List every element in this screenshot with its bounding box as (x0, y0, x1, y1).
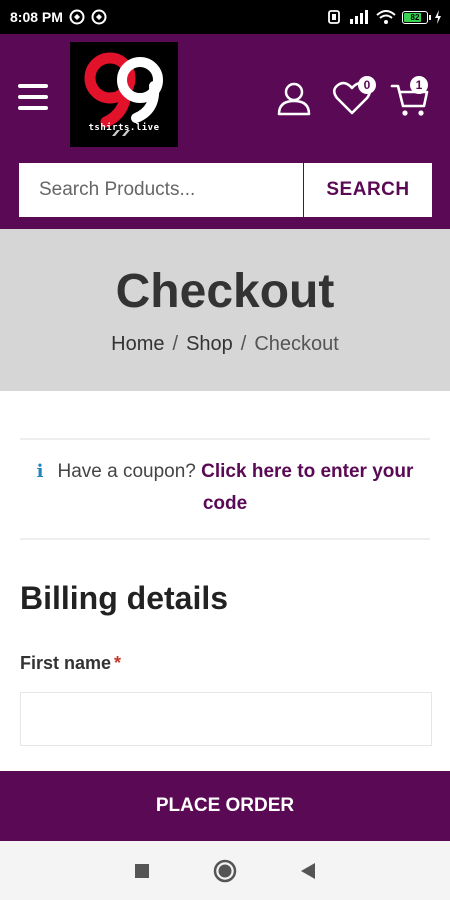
notification-icon (91, 9, 107, 25)
status-left: 8:08 PM (10, 9, 107, 25)
wishlist-count-badge: 0 (358, 76, 376, 94)
cart-count-badge: 1 (410, 76, 428, 94)
notification-icon (69, 9, 85, 25)
billing-heading: Billing details (20, 580, 229, 616)
user-account-icon[interactable] (276, 80, 312, 116)
breadcrumb: Home / Shop / Checkout (0, 333, 450, 356)
recents-button[interactable] (122, 851, 162, 891)
battery-icon: 82 (402, 10, 431, 24)
wifi-icon (376, 10, 396, 24)
home-button[interactable] (205, 851, 245, 891)
square-icon (134, 863, 149, 878)
first-name-label: First name * (20, 653, 121, 674)
divider (20, 538, 430, 540)
coupon-prompt: Have a coupon? (57, 461, 196, 482)
back-triangle-icon (301, 862, 316, 879)
search-button[interactable]: SEARCH (304, 163, 432, 217)
page-title: Checkout (115, 265, 335, 318)
logo-text: tshirts.live (88, 123, 160, 133)
info-icon: i (36, 461, 44, 482)
status-time: 8:08 PM (10, 9, 63, 25)
hamburger-menu-icon[interactable] (18, 84, 48, 110)
search-input[interactable] (19, 163, 303, 217)
back-button[interactable] (288, 851, 328, 891)
place-order-button[interactable]: PLACE ORDER (0, 771, 450, 841)
site-logo[interactable]: tshirts.live (70, 42, 178, 147)
coupon-link[interactable]: Click here to enter your code (201, 461, 413, 514)
breadcrumb-current: Checkout (254, 333, 339, 355)
status-right: 82 (326, 10, 442, 24)
status-bar: 8:08 PM 82 (0, 0, 450, 34)
divider (20, 438, 430, 440)
vibrate-icon (326, 10, 342, 24)
breadcrumb-separator: / (172, 333, 179, 355)
breadcrumb-separator: / (240, 333, 247, 355)
breadcrumb-home[interactable]: Home (111, 333, 164, 356)
system-nav-bar (0, 841, 450, 900)
page-title-band: Checkout Home / Shop / Checkout (0, 229, 450, 391)
battery-level: 82 (410, 12, 420, 22)
breadcrumb-shop[interactable]: Shop (186, 333, 233, 356)
first-name-field[interactable] (20, 692, 432, 746)
required-marker: * (114, 653, 122, 673)
charging-icon (434, 10, 442, 24)
first-name-label-text: First name (20, 653, 112, 673)
circle-icon (213, 859, 237, 882)
coupon-notice: i Have a coupon? Click here to enter your… (20, 456, 430, 520)
signal-icon (348, 10, 370, 24)
site-header: tshirts.live 0 1 SEARCH (0, 34, 450, 229)
